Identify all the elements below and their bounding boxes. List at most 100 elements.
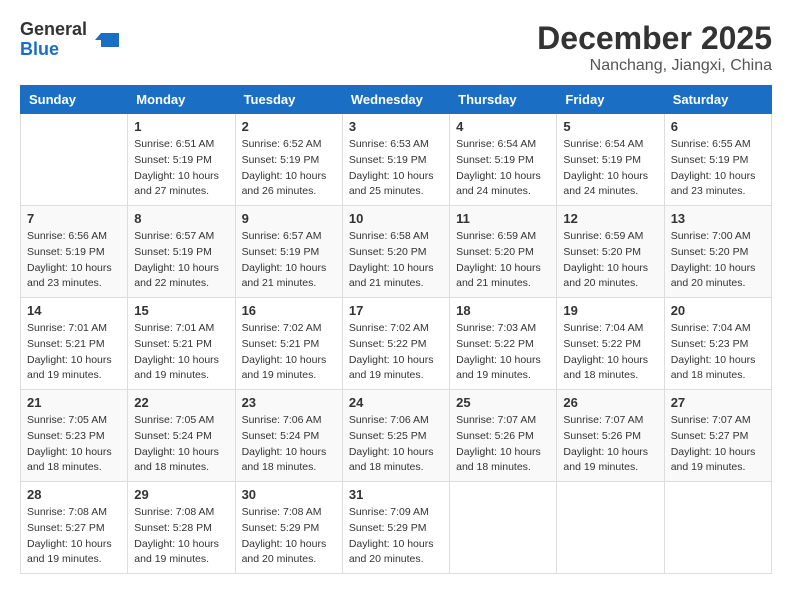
day-number: 24 [349,395,443,410]
day-info: Sunrise: 7:01 AMSunset: 5:21 PMDaylight:… [134,321,228,384]
calendar-cell: 7 Sunrise: 6:56 AMSunset: 5:19 PMDaylight… [21,206,128,298]
header-sunday: Sunday [21,86,128,114]
day-info: Sunrise: 6:56 AMSunset: 5:19 PMDaylight:… [27,229,121,292]
day-info: Sunrise: 7:01 AMSunset: 5:21 PMDaylight:… [27,321,121,384]
day-number: 9 [242,211,336,226]
day-info: Sunrise: 7:02 AMSunset: 5:22 PMDaylight:… [349,321,443,384]
calendar-cell: 30 Sunrise: 7:08 AMSunset: 5:29 PMDayligh… [235,482,342,574]
header-wednesday: Wednesday [342,86,449,114]
day-number: 2 [242,119,336,134]
calendar-cell: 31 Sunrise: 7:09 AMSunset: 5:29 PMDayligh… [342,482,449,574]
day-info: Sunrise: 7:08 AMSunset: 5:28 PMDaylight:… [134,505,228,568]
day-number: 14 [27,303,121,318]
day-info: Sunrise: 6:57 AMSunset: 5:19 PMDaylight:… [134,229,228,292]
calendar-cell: 2 Sunrise: 6:52 AMSunset: 5:19 PMDaylight… [235,114,342,206]
day-info: Sunrise: 6:54 AMSunset: 5:19 PMDaylight:… [456,137,550,200]
title-section: December 2025 Nanchang, Jiangxi, China [537,20,772,75]
day-info: Sunrise: 7:05 AMSunset: 5:23 PMDaylight:… [27,413,121,476]
day-info: Sunrise: 7:02 AMSunset: 5:21 PMDaylight:… [242,321,336,384]
day-number: 11 [456,211,550,226]
day-number: 23 [242,395,336,410]
day-info: Sunrise: 7:07 AMSunset: 5:26 PMDaylight:… [563,413,657,476]
header-row: SundayMondayTuesdayWednesdayThursdayFrid… [21,86,772,114]
day-info: Sunrise: 6:52 AMSunset: 5:19 PMDaylight:… [242,137,336,200]
day-number: 12 [563,211,657,226]
day-number: 19 [563,303,657,318]
day-number: 4 [456,119,550,134]
calendar-cell: 19Sunrise: 7:04 AMSunset: 5:22 PMDayligh… [557,298,664,390]
header-saturday: Saturday [664,86,771,114]
day-number: 6 [671,119,765,134]
calendar-cell: 12Sunrise: 6:59 AMSunset: 5:20 PMDayligh… [557,206,664,298]
month-title: December 2025 [537,20,772,57]
calendar-cell: 18 Sunrise: 7:03 AMSunset: 5:22 PMDayligh… [450,298,557,390]
header-tuesday: Tuesday [235,86,342,114]
day-number: 18 [456,303,550,318]
calendar-cell: 23Sunrise: 7:06 AMSunset: 5:24 PMDayligh… [235,390,342,482]
day-number: 13 [671,211,765,226]
day-info: Sunrise: 7:09 AMSunset: 5:29 PMDaylight:… [349,505,443,568]
calendar-cell: 4 Sunrise: 6:54 AMSunset: 5:19 PMDaylight… [450,114,557,206]
calendar-cell: 28 Sunrise: 7:08 AMSunset: 5:27 PMDayligh… [21,482,128,574]
calendar-cell: 20 Sunrise: 7:04 AMSunset: 5:23 PMDayligh… [664,298,771,390]
week-row-2: 7 Sunrise: 6:56 AMSunset: 5:19 PMDaylight… [21,206,772,298]
week-row-3: 14 Sunrise: 7:01 AMSunset: 5:21 PMDayligh… [21,298,772,390]
calendar-cell [557,482,664,574]
day-number: 20 [671,303,765,318]
day-number: 15 [134,303,228,318]
day-number: 29 [134,487,228,502]
calendar-cell: 1Sunrise: 6:51 AMSunset: 5:19 PMDaylight… [128,114,235,206]
calendar-cell [664,482,771,574]
calendar-cell: 5 Sunrise: 6:54 AMSunset: 5:19 PMDaylight… [557,114,664,206]
calendar-cell: 24Sunrise: 7:06 AMSunset: 5:25 PMDayligh… [342,390,449,482]
day-number: 21 [27,395,121,410]
week-row-1: 1Sunrise: 6:51 AMSunset: 5:19 PMDaylight… [21,114,772,206]
day-info: Sunrise: 6:59 AMSunset: 5:20 PMDaylight:… [456,229,550,292]
calendar-cell: 22 Sunrise: 7:05 AMSunset: 5:24 PMDayligh… [128,390,235,482]
calendar-cell: 8 Sunrise: 6:57 AMSunset: 5:19 PMDaylight… [128,206,235,298]
day-info: Sunrise: 7:07 AMSunset: 5:26 PMDaylight:… [456,413,550,476]
day-info: Sunrise: 7:04 AMSunset: 5:23 PMDaylight:… [671,321,765,384]
day-number: 7 [27,211,121,226]
header-friday: Friday [557,86,664,114]
calendar-cell: 6 Sunrise: 6:55 AMSunset: 5:19 PMDaylight… [664,114,771,206]
calendar-cell: 10 Sunrise: 6:58 AMSunset: 5:20 PMDayligh… [342,206,449,298]
day-number: 16 [242,303,336,318]
day-info: Sunrise: 6:57 AMSunset: 5:19 PMDaylight:… [242,229,336,292]
day-info: Sunrise: 7:03 AMSunset: 5:22 PMDaylight:… [456,321,550,384]
day-number: 10 [349,211,443,226]
day-info: Sunrise: 7:08 AMSunset: 5:27 PMDaylight:… [27,505,121,568]
calendar-cell: 25Sunrise: 7:07 AMSunset: 5:26 PMDayligh… [450,390,557,482]
calendar-cell [21,114,128,206]
day-info: Sunrise: 6:51 AMSunset: 5:19 PMDaylight:… [134,137,228,200]
day-number: 26 [563,395,657,410]
day-number: 30 [242,487,336,502]
day-info: Sunrise: 6:54 AMSunset: 5:19 PMDaylight:… [563,137,657,200]
day-number: 3 [349,119,443,134]
calendar-cell: 27 Sunrise: 7:07 AMSunset: 5:27 PMDayligh… [664,390,771,482]
calendar-cell: 15 Sunrise: 7:01 AMSunset: 5:21 PMDayligh… [128,298,235,390]
day-number: 27 [671,395,765,410]
week-row-5: 28 Sunrise: 7:08 AMSunset: 5:27 PMDayligh… [21,482,772,574]
header-thursday: Thursday [450,86,557,114]
header-monday: Monday [128,86,235,114]
calendar-table: SundayMondayTuesdayWednesdayThursdayFrid… [20,85,772,574]
calendar-cell: 29 Sunrise: 7:08 AMSunset: 5:28 PMDayligh… [128,482,235,574]
day-info: Sunrise: 6:55 AMSunset: 5:19 PMDaylight:… [671,137,765,200]
calendar-cell: 11 Sunrise: 6:59 AMSunset: 5:20 PMDayligh… [450,206,557,298]
day-number: 31 [349,487,443,502]
week-row-4: 21 Sunrise: 7:05 AMSunset: 5:23 PMDayligh… [21,390,772,482]
day-number: 22 [134,395,228,410]
day-info: Sunrise: 7:05 AMSunset: 5:24 PMDaylight:… [134,413,228,476]
logo: General Blue [20,20,121,60]
day-info: Sunrise: 7:00 AMSunset: 5:20 PMDaylight:… [671,229,765,292]
day-number: 5 [563,119,657,134]
day-number: 8 [134,211,228,226]
day-number: 28 [27,487,121,502]
day-info: Sunrise: 7:07 AMSunset: 5:27 PMDaylight:… [671,413,765,476]
page-header: General Blue December 2025 Nanchang, Jia… [20,20,772,75]
day-info: Sunrise: 7:08 AMSunset: 5:29 PMDaylight:… [242,505,336,568]
calendar-cell [450,482,557,574]
day-info: Sunrise: 6:58 AMSunset: 5:20 PMDaylight:… [349,229,443,292]
calendar-cell: 13 Sunrise: 7:00 AMSunset: 5:20 PMDayligh… [664,206,771,298]
